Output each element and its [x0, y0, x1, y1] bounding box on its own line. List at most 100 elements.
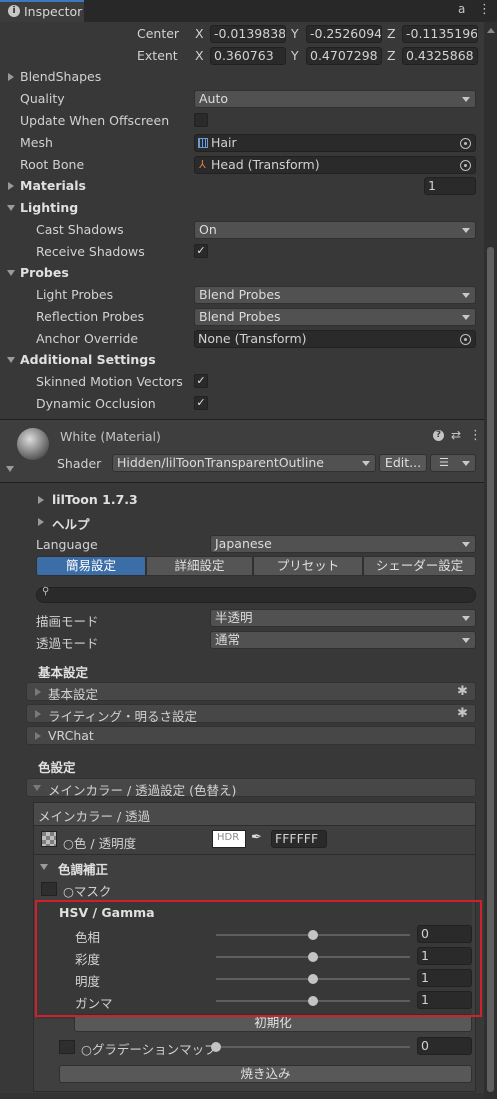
hdr-color-swatch[interactable]: HDR: [212, 830, 246, 848]
gradation-slider[interactable]: [216, 1046, 410, 1048]
color-alpha-label: ○色 / 透明度: [63, 836, 137, 851]
lock-icon[interactable]: a: [458, 2, 465, 16]
material-foldout-arrow[interactable]: [6, 466, 14, 472]
root-bone-field[interactable]: ⅄ Head (Transform): [194, 156, 476, 174]
update-offscreen-checkbox[interactable]: [194, 113, 208, 127]
quality-dropdown[interactable]: Auto: [194, 90, 476, 108]
preset-icon[interactable]: ⇄: [451, 428, 461, 442]
fold-lighting-label: ライティング・明るさ設定: [48, 709, 198, 724]
transparent-mode-dropdown[interactable]: 通常: [210, 631, 476, 649]
receive-shadows-checkbox[interactable]: ✓: [194, 244, 208, 258]
color-correction-foldout[interactable]: 色調補正: [58, 859, 108, 878]
gradation-texture-slot[interactable]: [59, 1040, 75, 1054]
gear-icon[interactable]: ✱: [457, 707, 469, 720]
chevron-down-icon: [462, 542, 470, 547]
center-label: Center: [137, 26, 180, 41]
correction-foldout-arrow[interactable]: [40, 864, 48, 870]
gradation-value-field[interactable]: 0: [417, 1037, 472, 1055]
main-color-subheader: メインカラー / 透過: [34, 803, 475, 826]
center-x-field[interactable]: -0.0139838: [210, 25, 286, 43]
edit-shader-button[interactable]: Edit...: [379, 454, 427, 472]
blendshapes-foldout-arrow[interactable]: [8, 73, 14, 81]
cast-shadows-value: On: [199, 222, 217, 237]
probes-foldout-arrow[interactable]: [7, 270, 15, 276]
render-mode-dropdown[interactable]: 半透明: [210, 609, 476, 627]
materials-foldout[interactable]: Materials: [20, 178, 86, 193]
inspector-tab[interactable]: i Inspector: [0, 0, 84, 22]
bake-button[interactable]: 焼き込み: [59, 1065, 472, 1083]
extent-z-field[interactable]: 0.4325868: [402, 47, 478, 65]
liltoon-foldout-arrow[interactable]: [38, 496, 44, 504]
liltoon-version[interactable]: lilToon 1.7.3: [52, 492, 138, 507]
list-icon: ☰: [439, 456, 449, 469]
object-picker-icon[interactable]: [460, 334, 471, 345]
skinned-motion-checkbox[interactable]: ✓: [194, 374, 208, 388]
language-dropdown[interactable]: Japanese: [210, 535, 476, 553]
mesh-field[interactable]: Hair: [194, 134, 476, 152]
color-settings-header: 色設定: [38, 760, 76, 775]
info-icon: i: [8, 5, 20, 17]
mesh-label: Mesh: [20, 135, 53, 150]
reflection-probes-value: Blend Probes: [199, 309, 281, 324]
extent-y-field[interactable]: 0.4707298: [306, 47, 382, 65]
help-foldout-arrow[interactable]: [38, 518, 44, 526]
chevron-down-icon: [462, 616, 470, 621]
tab-presets[interactable]: プリセット: [253, 556, 363, 576]
fold-basic-settings[interactable]: 基本設定 ✱: [26, 682, 476, 702]
materials-foldout-arrow[interactable]: [8, 182, 14, 190]
additional-foldout-arrow[interactable]: [7, 357, 15, 363]
hdr-label: HDR: [217, 832, 240, 843]
shader-label: Shader: [57, 456, 102, 471]
cast-shadows-dropdown[interactable]: On: [194, 221, 476, 239]
correction-separator: [34, 854, 475, 855]
fold-main-color-label: メインカラー / 透過設定 (色替え): [48, 783, 237, 798]
additional-settings-foldout[interactable]: Additional Settings: [20, 352, 156, 367]
help-icon[interactable]: ?: [433, 430, 444, 441]
scrollbar-up-arrow[interactable]: [487, 28, 495, 33]
chevron-down-icon: [462, 293, 470, 298]
more-menu-icon[interactable]: ⋮: [478, 2, 491, 17]
reflection-probes-dropdown[interactable]: Blend Probes: [194, 308, 476, 326]
bottom-bar: [0, 1093, 484, 1099]
extent-x-field[interactable]: 0.360763: [210, 47, 286, 65]
eyedropper-icon[interactable]: ✒: [251, 830, 262, 845]
tab-shader-settings[interactable]: シェーダー設定: [363, 556, 476, 576]
light-probes-dropdown[interactable]: Blend Probes: [194, 286, 476, 304]
light-probes-label: Light Probes: [36, 287, 114, 302]
render-mode-value: 半透明: [215, 610, 253, 625]
search-input[interactable]: ⚲: [36, 586, 476, 603]
center-z-label: Z: [387, 26, 396, 41]
color-hex-field[interactable]: FFFFFF: [271, 830, 327, 848]
main-texture-slot[interactable]: [41, 831, 57, 847]
gear-icon[interactable]: ✱: [457, 685, 469, 698]
blendshapes-foldout[interactable]: BlendShapes: [20, 69, 101, 84]
transform-icon: ⅄: [199, 158, 206, 171]
update-offscreen-label: Update When Offscreen: [20, 113, 170, 128]
fold-main-color[interactable]: メインカラー / 透過設定 (色替え): [26, 778, 476, 798]
root-bone-value: Head (Transform): [211, 157, 320, 172]
lighting-foldout[interactable]: Lighting: [20, 200, 78, 215]
help-foldout[interactable]: ヘルプ: [52, 514, 90, 533]
mask-texture-slot[interactable]: [41, 882, 57, 896]
probes-foldout[interactable]: Probes: [20, 265, 69, 280]
object-picker-icon[interactable]: [460, 138, 471, 149]
lighting-foldout-arrow[interactable]: [7, 205, 15, 211]
materials-count-field[interactable]: 1: [424, 177, 476, 195]
center-y-field[interactable]: -0.2526094: [306, 25, 382, 43]
fold-vrchat[interactable]: VRChat: [26, 726, 476, 745]
quality-value: Auto: [199, 91, 229, 106]
more-menu-icon[interactable]: ⋮: [469, 428, 482, 443]
object-picker-icon[interactable]: [460, 160, 471, 171]
extent-z-label: Z: [387, 48, 396, 63]
tab-simple-settings[interactable]: 簡易設定: [36, 556, 146, 576]
gradation-slider-knob[interactable]: [211, 1042, 221, 1052]
fold-lighting-settings[interactable]: ライティング・明るさ設定 ✱: [26, 704, 476, 724]
dynamic-occlusion-checkbox[interactable]: ✓: [194, 396, 208, 410]
center-z-field[interactable]: -0.1135196: [402, 25, 478, 43]
shader-dropdown[interactable]: Hidden/lilToonTransparentOutline: [112, 454, 376, 472]
shader-options-dropdown[interactable]: ☰: [430, 454, 476, 472]
scrollbar-thumb[interactable]: [487, 247, 494, 1092]
scrollbar[interactable]: [484, 22, 497, 1099]
tab-advanced-settings[interactable]: 詳細設定: [146, 556, 253, 576]
anchor-override-field[interactable]: None (Transform): [194, 330, 476, 348]
